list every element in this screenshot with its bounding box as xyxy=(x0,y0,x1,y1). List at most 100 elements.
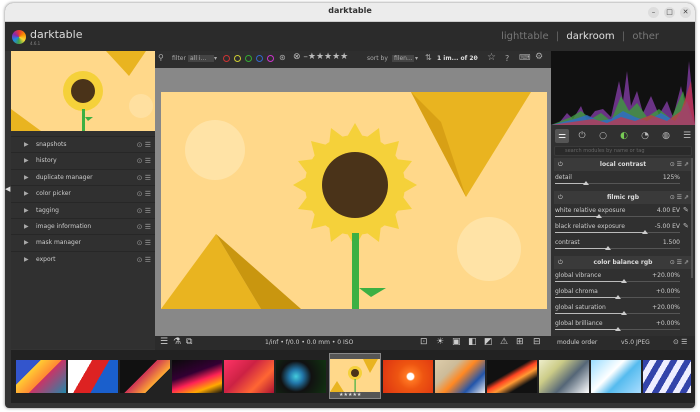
gamut-check-icon[interactable]: ⚠ xyxy=(500,337,508,347)
panel-item-tagging[interactable]: ▶ tagging ⊙ ☰ xyxy=(11,201,156,219)
filmstrip-thumb[interactable] xyxy=(120,360,170,393)
tab-correct-modules-icon[interactable]: ◍ xyxy=(659,129,673,143)
filter-icon[interactable]: ⚲ xyxy=(158,53,164,62)
count-dropdown-icon[interactable]: ▾ xyxy=(475,55,478,62)
filmstrip-thumb[interactable] xyxy=(172,360,222,393)
quick-access-icon[interactable]: ☰ xyxy=(160,337,168,347)
filmstrip-thumb-selected[interactable]: ★★★★★ xyxy=(329,353,381,399)
reset-icon[interactable]: ⊙ ☰ xyxy=(137,170,151,186)
histogram[interactable] xyxy=(551,51,695,125)
reset-icon[interactable]: ⊙ ☰ xyxy=(137,252,151,268)
color-label-green-icon[interactable] xyxy=(245,55,252,62)
filmstrip-thumb[interactable] xyxy=(487,360,537,393)
duplicate-icon[interactable]: ⧉ xyxy=(186,337,192,347)
slider-handle-icon[interactable] xyxy=(583,181,590,185)
lightbulb-icon[interactable]: ☀ xyxy=(436,337,444,347)
focus-peaking-icon[interactable]: ⊡ xyxy=(420,337,428,347)
reset-icon[interactable]: ⊙ ☰ xyxy=(137,235,151,251)
color-label-red-icon[interactable] xyxy=(223,55,230,62)
view-darkroom[interactable]: darkroom xyxy=(566,31,614,42)
panel-item-color-picker[interactable]: ▶ color picker ⊙ ☰ xyxy=(11,185,156,201)
param-black-relative-exposure[interactable]: black relative exposure -5.00 EV xyxy=(555,222,680,236)
filmstrip-thumb[interactable] xyxy=(591,360,641,393)
view-lighttable[interactable]: lighttable xyxy=(501,31,549,42)
scrollbar[interactable] xyxy=(691,158,693,278)
tab-quick-access-sliders-icon[interactable]: ⚌ xyxy=(555,129,569,143)
module-order-controls-icon[interactable]: ⊙ ☰ xyxy=(673,338,687,346)
filmstrip-thumb[interactable] xyxy=(276,360,326,393)
color-label-yellow-icon[interactable] xyxy=(234,55,241,62)
star-icon[interactable]: ☆ xyxy=(487,52,496,63)
panel-item-history[interactable]: ▶ history ⊙ ☰ xyxy=(11,152,156,168)
panel-item-duplicate-manager[interactable]: ▶ duplicate manager ⊙ ☰ xyxy=(11,168,156,186)
panel-item-snapshots[interactable]: ▶ snapshots ⊙ ☰ xyxy=(11,136,156,152)
module-controls-icon[interactable]: ⊙ ☰ ⇗ xyxy=(670,158,689,171)
param-global-vibrance[interactable]: global vibrance +20.00% xyxy=(555,271,680,285)
main-image[interactable] xyxy=(161,92,547,309)
raw-overexposed-icon[interactable]: ▣ xyxy=(452,337,461,347)
module-header-local-contrast[interactable]: ⏻ local contrast ⊙ ☰ ⇗ xyxy=(554,158,692,171)
shortcuts-icon[interactable]: ⌨ xyxy=(519,53,531,62)
reset-icon[interactable]: ⊙ ☰ xyxy=(137,186,151,202)
navigation-thumbnail[interactable] xyxy=(11,51,156,131)
collapse-left-panel-icon[interactable]: ◀ xyxy=(5,185,11,195)
param-global-chroma[interactable]: global chroma +0.00% xyxy=(555,287,680,301)
tab-color-modules-icon[interactable]: ◔ xyxy=(638,129,652,143)
reset-icon[interactable]: ⊙ ☰ xyxy=(137,153,151,169)
thumb-stars[interactable]: ★★★★★ xyxy=(339,392,361,398)
param-white-relative-exposure[interactable]: white relative exposure 4.00 EV xyxy=(555,206,680,220)
slider-handle-icon[interactable] xyxy=(614,295,621,299)
reset-icon[interactable]: ⊙ ☰ xyxy=(137,137,151,153)
power-icon[interactable]: ⏻ xyxy=(558,158,563,171)
grid-icon[interactable]: ⊟ xyxy=(533,337,541,347)
sort-dropdown[interactable]: filen... xyxy=(392,55,414,62)
filmstrip-thumb[interactable] xyxy=(16,360,66,393)
slider-handle-icon[interactable] xyxy=(642,230,648,234)
slider-handle-icon[interactable] xyxy=(620,279,627,283)
filmstrip-thumb[interactable] xyxy=(224,360,274,393)
param-global-brilliance[interactable]: global brilliance +0.00% xyxy=(555,319,680,333)
module-order-value[interactable]: v5.0 JPEG xyxy=(621,339,650,346)
tab-tone-modules-icon[interactable]: ◐ xyxy=(617,129,631,143)
filmstrip-thumb[interactable] xyxy=(539,360,589,393)
color-label-blue-icon[interactable] xyxy=(256,55,263,62)
softproof-icon[interactable]: ◩ xyxy=(484,337,493,347)
slider-handle-icon[interactable] xyxy=(620,311,627,315)
clipping-icon[interactable]: ◧ xyxy=(468,337,477,347)
minimize-icon[interactable]: – xyxy=(648,7,659,18)
tab-active-modules-power-icon[interactable]: ⏻ xyxy=(575,129,589,143)
preferences-gear-icon[interactable]: ⚙ xyxy=(535,52,543,62)
guides-icon[interactable]: ⊞ xyxy=(516,337,524,347)
module-controls-icon[interactable]: ⊙ ☰ ⇗ xyxy=(670,191,689,204)
slider-handle-icon[interactable] xyxy=(604,246,611,250)
color-picker-icon[interactable]: ✎ xyxy=(683,206,689,214)
color-picker-icon[interactable]: ✎ xyxy=(683,222,689,230)
tab-menu-icon[interactable]: ☰ xyxy=(680,129,694,143)
panel-item-mask-manager[interactable]: ▶ mask manager ⊙ ☰ xyxy=(11,234,156,250)
reset-icon[interactable]: ⊙ ☰ xyxy=(137,203,151,219)
tab-base-modules-icon[interactable]: ○ xyxy=(596,129,610,143)
power-icon[interactable]: ⏻ xyxy=(558,256,563,269)
param-detail[interactable]: detail 125% xyxy=(555,173,680,187)
darkroom-center-view[interactable] xyxy=(155,68,551,336)
module-header-color-balance-rgb[interactable]: ⏻ color balance rgb ⊙ ☰ ⇗ xyxy=(554,256,692,269)
filmstrip-thumb[interactable] xyxy=(68,360,118,393)
panel-item-export[interactable]: ▶ export ⊙ ☰ xyxy=(11,250,156,268)
maximize-icon[interactable]: □ xyxy=(664,7,675,18)
color-label-all-icon[interactable]: ⊛ xyxy=(279,53,286,62)
filmstrip-thumb[interactable] xyxy=(383,360,433,393)
module-search-input[interactable]: search modules by name or tag xyxy=(554,146,692,156)
filmstrip-thumb[interactable] xyxy=(643,360,691,393)
view-other[interactable]: other xyxy=(632,31,659,42)
close-icon[interactable]: ✕ xyxy=(680,7,691,18)
param-global-saturation[interactable]: global saturation +20.00% xyxy=(555,303,680,317)
filter-dropdown[interactable]: all i... xyxy=(188,55,214,62)
param-contrast[interactable]: contrast 1.500 xyxy=(555,238,680,252)
power-icon[interactable]: ⏻ xyxy=(558,191,563,204)
color-label-purple-icon[interactable] xyxy=(267,55,274,62)
slider-handle-icon[interactable] xyxy=(614,327,621,331)
sort-order-icon[interactable]: ⇅ xyxy=(425,53,432,62)
help-icon[interactable]: ? xyxy=(505,54,509,63)
module-controls-icon[interactable]: ⊙ ☰ ⇗ xyxy=(670,256,689,269)
styles-icon[interactable]: ⚗ xyxy=(173,337,181,347)
